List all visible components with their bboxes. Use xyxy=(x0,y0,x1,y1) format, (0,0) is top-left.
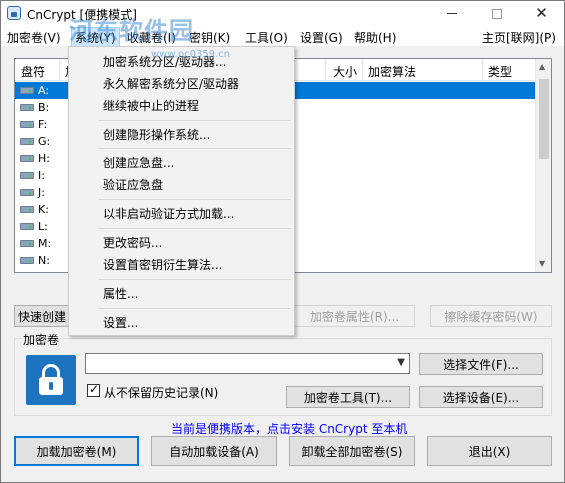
volume-tools-button[interactable]: 加密卷工具(T)... xyxy=(286,386,410,408)
drive-letter: B: xyxy=(38,101,50,114)
close-button[interactable]: ✕ xyxy=(519,1,564,26)
menu-help[interactable]: 帮助(H) xyxy=(354,29,396,46)
menu-decrypt-system[interactable]: 永久解密系统分区/驱动器 xyxy=(103,75,239,92)
drive-letter: F: xyxy=(38,118,48,131)
drive-list-scrollbar[interactable]: ▲ ▼ xyxy=(535,59,551,272)
system-menu-dropdown: 加密系统分区/驱动器... 永久解密系统分区/驱动器 继续被中止的进程 创建隐形… xyxy=(68,46,295,336)
close-icon: ✕ xyxy=(535,4,548,22)
drive-letter: G: xyxy=(38,135,51,148)
checkmark-icon: ✓ xyxy=(89,382,100,396)
exit-button[interactable]: 退出(X) xyxy=(427,436,552,466)
scroll-down-icon[interactable]: ▼ xyxy=(539,259,545,268)
app-icon xyxy=(7,6,21,20)
no-history-checkbox[interactable]: ✓ xyxy=(87,382,100,397)
drive-letter: A: xyxy=(38,84,50,97)
drive-icon xyxy=(20,223,34,230)
menu-separator xyxy=(99,148,291,149)
menu-mount-without-preboot[interactable]: 以非启动验证方式加载... xyxy=(103,205,234,222)
menu-change-password[interactable]: 更改密码... xyxy=(103,234,162,251)
wipe-cache-button[interactable]: 擦除缓存密码(W) xyxy=(430,305,552,327)
menu-keys[interactable]: 密钥(K) xyxy=(189,29,230,46)
drive-icon xyxy=(20,104,34,111)
drive-letter: I: xyxy=(38,169,45,182)
menu-separator xyxy=(99,308,291,309)
maximize-icon xyxy=(491,8,502,19)
chevron-down-icon[interactable]: ▼ xyxy=(397,357,405,368)
drive-letter: K: xyxy=(38,203,49,216)
app-window: CnCrypt [便携模式] ✕ 加密卷(V) 系统(Y) 收藏卷(I) 密钥(… xyxy=(0,0,565,483)
menu-resume-process[interactable]: 继续被中止的进程 xyxy=(103,97,199,114)
lock-icon xyxy=(26,355,76,405)
menu-properties[interactable]: 属性... xyxy=(103,285,138,302)
quick-create-button[interactable]: 快速创建 xyxy=(14,305,70,327)
volume-path-combobox[interactable]: ▼ xyxy=(85,353,410,374)
maximize-button[interactable] xyxy=(474,1,519,26)
dismount-all-button[interactable]: 卸载全部加密卷(S) xyxy=(289,436,415,466)
drive-icon xyxy=(20,138,34,145)
volume-group-label: 加密卷 xyxy=(21,331,62,348)
select-device-button[interactable]: 选择设备(E)... xyxy=(419,386,543,408)
minimize-button[interactable] xyxy=(429,1,474,26)
column-divider xyxy=(59,59,60,81)
menu-set-header-kdf[interactable]: 设置首密钥衍生算法... xyxy=(103,256,222,273)
column-divider xyxy=(325,59,326,81)
drive-icon xyxy=(20,172,34,179)
watermark-logo: 河东软件园 xyxy=(69,17,194,45)
drive-icon xyxy=(20,87,34,94)
column-type[interactable]: 类型 xyxy=(488,63,512,80)
menu-separator xyxy=(99,279,291,280)
drive-icon xyxy=(20,257,34,264)
select-file-button[interactable]: 选择文件(F)... xyxy=(419,353,543,375)
drive-icon xyxy=(20,189,34,196)
menu-volumes[interactable]: 加密卷(V) xyxy=(7,29,61,46)
menu-separator xyxy=(99,199,291,200)
scroll-up-icon[interactable]: ▲ xyxy=(539,62,545,71)
watermark-url: www.pc0359.cn xyxy=(151,49,231,60)
menu-verify-rescue-disk[interactable]: 验证应急盘 xyxy=(103,176,163,193)
scroll-thumb[interactable] xyxy=(539,79,549,159)
volume-properties-button[interactable]: 加密卷属性(R)... xyxy=(294,305,415,327)
menu-separator xyxy=(99,120,291,121)
drive-icon xyxy=(20,121,34,128)
drive-letter: J: xyxy=(38,186,45,199)
menu-settings[interactable]: 设置(G) xyxy=(300,29,343,46)
column-algorithm[interactable]: 加密算法 xyxy=(368,63,416,80)
drive-icon xyxy=(20,155,34,162)
drive-icon xyxy=(20,206,34,213)
mount-button[interactable]: 加载加密卷(M) xyxy=(14,436,139,466)
menu-homepage[interactable]: 主页[联网](P) xyxy=(482,29,556,46)
drive-letter: N: xyxy=(38,254,50,267)
menu-tools[interactable]: 工具(O) xyxy=(245,29,288,46)
minimize-icon xyxy=(446,13,457,14)
column-divider xyxy=(482,59,483,81)
menu-create-hidden-os[interactable]: 创建隐形操作系统... xyxy=(103,126,210,143)
drive-letter: L: xyxy=(38,220,48,233)
install-link[interactable]: 当前是便携版本，点击安装 CnCrypt 至本机 xyxy=(171,420,407,437)
column-divider xyxy=(362,59,363,81)
drive-icon xyxy=(20,240,34,247)
menu-system-settings[interactable]: 设置... xyxy=(103,314,138,331)
drive-letter: H: xyxy=(38,152,50,165)
drive-letter: M: xyxy=(38,237,52,250)
menu-separator xyxy=(99,228,291,229)
column-drive[interactable]: 盘符 xyxy=(21,63,45,80)
no-history-label[interactable]: 从不保留历史记录(N) xyxy=(104,384,218,401)
menu-create-rescue-disk[interactable]: 创建应急盘... xyxy=(103,154,174,171)
automount-button[interactable]: 自动加载设备(A) xyxy=(151,436,277,466)
column-size[interactable]: 大小 xyxy=(333,63,357,80)
